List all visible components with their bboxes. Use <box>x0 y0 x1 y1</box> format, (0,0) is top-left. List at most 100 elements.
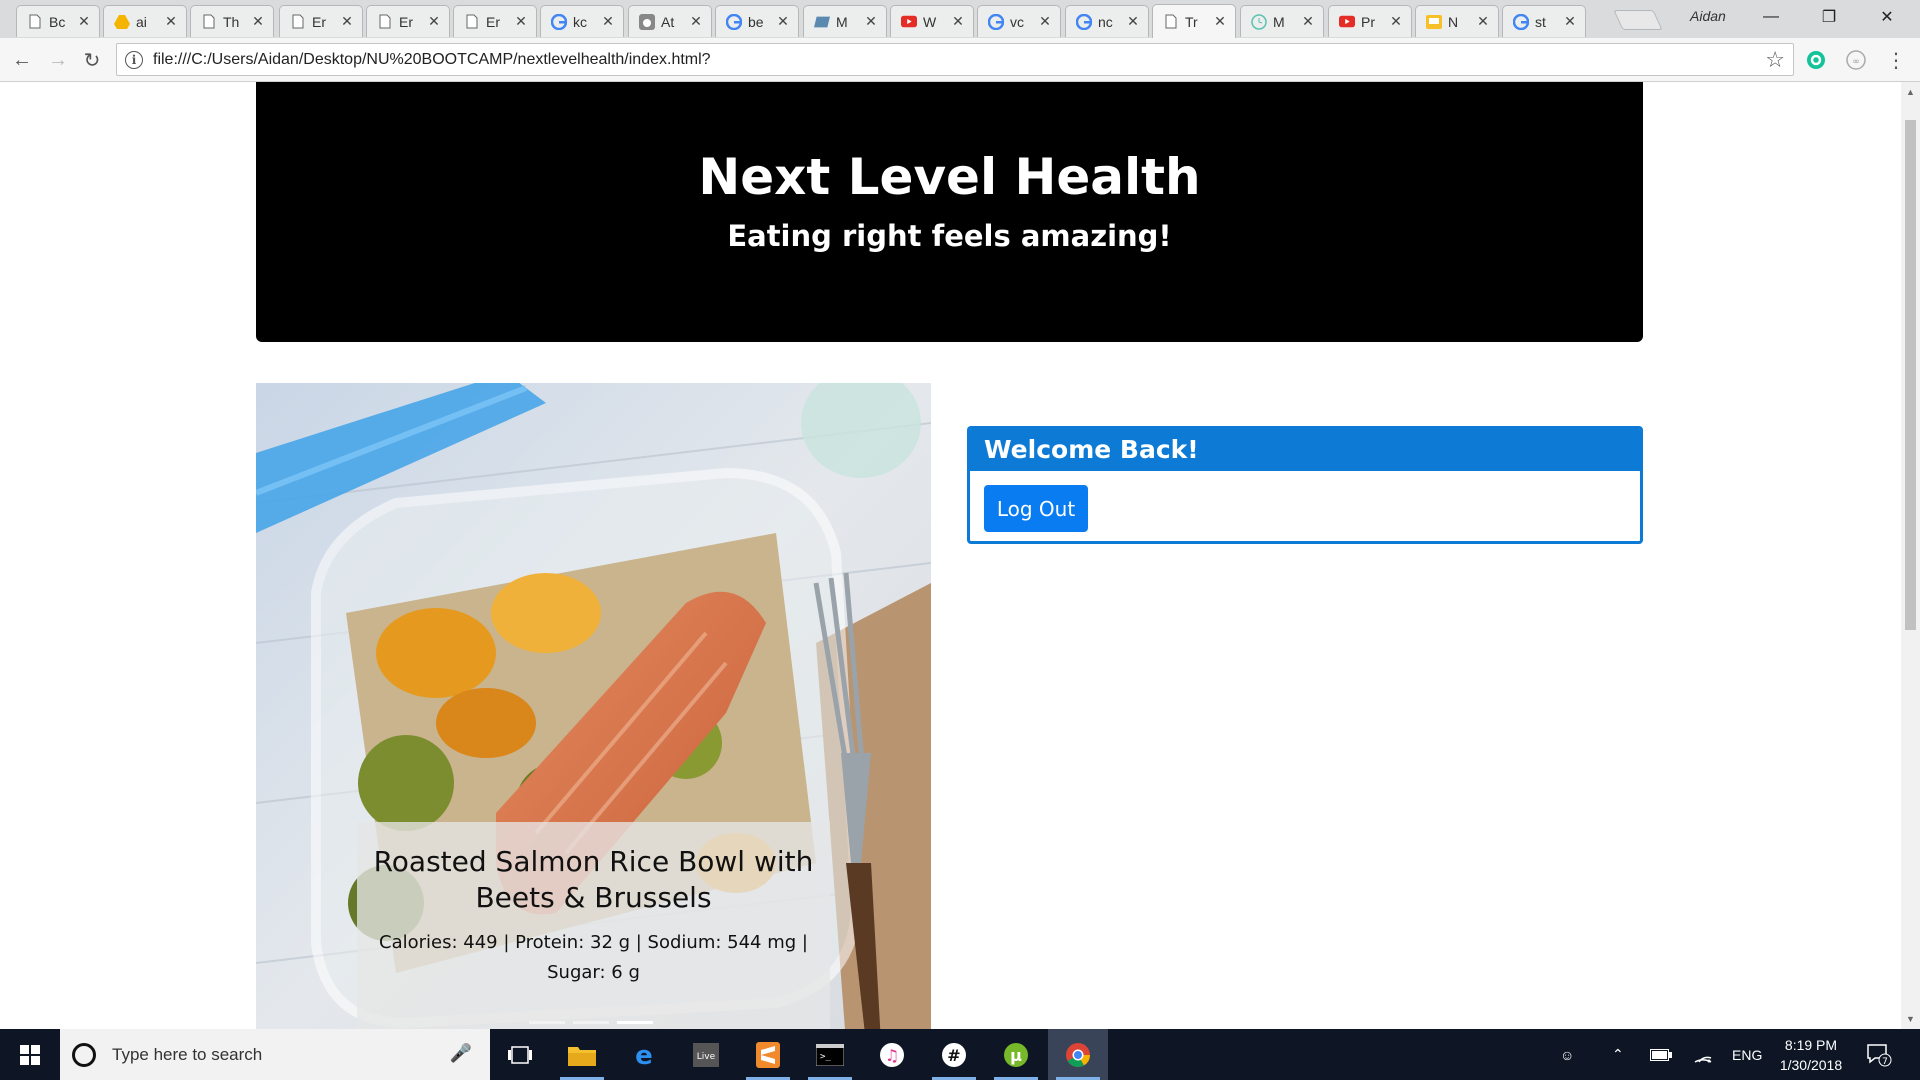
browser-tab[interactable]: Er ✕ <box>366 5 450 37</box>
scroll-up-icon[interactable]: ▲ <box>1901 84 1920 100</box>
close-tab-icon[interactable]: ✕ <box>776 13 790 30</box>
wifi-icon[interactable] <box>1694 1029 1712 1080</box>
recipe-nutrition: Calories: 449 | Protein: 32 g | Sodium: … <box>379 932 808 983</box>
windows-start-icon[interactable] <box>0 1029 60 1080</box>
forward-icon[interactable]: → <box>44 46 72 74</box>
profile-name[interactable]: Aidan <box>1690 8 1726 24</box>
close-tab-icon[interactable]: ✕ <box>1038 13 1052 30</box>
info-icon[interactable]: i <box>125 50 143 69</box>
utorrent-icon[interactable]: µ <box>986 1029 1046 1080</box>
back-icon[interactable]: ← <box>8 46 36 74</box>
itunes-icon[interactable]: ♫ <box>862 1029 922 1080</box>
close-tab-icon[interactable]: ✕ <box>77 13 91 30</box>
browser-tab[interactable]: Pr ✕ <box>1328 5 1412 37</box>
slack-icon[interactable]: # <box>924 1029 984 1080</box>
browser-tab[interactable]: Bc ✕ <box>16 5 100 37</box>
close-window-icon[interactable]: ✕ <box>1858 0 1916 34</box>
page-scrollbar[interactable]: ▲ ▼ <box>1901 82 1920 1029</box>
address-bar[interactable]: i file:///C:/Users/Aidan/Desktop/NU%20BO… <box>116 43 1794 76</box>
recipe-title: Roasted Salmon Rice Bowl with Beets & Br… <box>373 845 814 914</box>
reload-icon[interactable]: ↻ <box>78 46 106 74</box>
taskbar-search-placeholder[interactable]: Type here to search <box>112 1045 262 1065</box>
browser-tab-title: Th <box>223 13 240 30</box>
browser-tab-title: M <box>1273 13 1285 30</box>
browser-tab[interactable]: W ✕ <box>890 5 974 37</box>
close-tab-icon[interactable]: ✕ <box>689 13 703 30</box>
extension-icon[interactable]: ∞ <box>1842 46 1870 74</box>
page-icon <box>377 14 393 30</box>
carousel-indicator[interactable] <box>529 1021 565 1024</box>
close-tab-icon[interactable]: ✕ <box>164 13 178 30</box>
browser-tab[interactable]: M ✕ <box>1240 5 1324 37</box>
restore-icon[interactable]: ❐ <box>1800 0 1858 34</box>
extension-grammarly-icon[interactable] <box>1802 46 1830 74</box>
close-tab-icon[interactable]: ✕ <box>951 13 965 30</box>
scroll-down-icon[interactable]: ▼ <box>1901 1011 1920 1027</box>
welcome-card: Welcome Back! Log Out <box>967 426 1643 544</box>
browser-tab[interactable]: vc ✕ <box>977 5 1061 37</box>
recipe-carousel[interactable]: Roasted Salmon Rice Bowl with Beets & Br… <box>256 383 931 1029</box>
new-tab-button[interactable] <box>1613 10 1663 30</box>
carousel-indicator[interactable] <box>573 1021 609 1024</box>
browser-tab[interactable]: st ✕ <box>1502 5 1586 37</box>
microphone-icon[interactable]: 🎤 <box>450 1043 472 1064</box>
language-indicator[interactable]: ENG <box>1732 1029 1762 1080</box>
people-icon[interactable]: ☺ <box>1560 1029 1574 1080</box>
minimize-icon[interactable]: — <box>1742 0 1800 34</box>
cortana-icon[interactable] <box>72 1042 96 1067</box>
task-view-icon[interactable] <box>490 1029 550 1080</box>
browser-tab[interactable]: Er ✕ <box>279 5 363 37</box>
log-out-button[interactable]: Log Out <box>984 485 1088 532</box>
browser-tab[interactable]: Th ✕ <box>190 5 274 37</box>
browser-menu-icon[interactable]: ⋮ <box>1882 46 1910 74</box>
close-tab-icon[interactable]: ✕ <box>514 13 528 30</box>
action-center-icon[interactable]: 7 <box>1866 1029 1892 1080</box>
browser-tab-title: ai <box>136 13 147 30</box>
close-tab-icon[interactable]: ✕ <box>427 13 441 30</box>
close-tab-icon[interactable]: ✕ <box>1126 13 1140 30</box>
scrollbar-thumb[interactable] <box>1905 120 1916 630</box>
browser-tab[interactable]: Er ✕ <box>453 5 537 37</box>
close-tab-icon[interactable]: ✕ <box>601 13 615 30</box>
bookmark-star-icon[interactable]: ☆ <box>1765 47 1785 73</box>
page-viewport: Next Level Health Eating right feels ama… <box>0 82 1901 1029</box>
terminal-icon[interactable]: >_ <box>800 1029 860 1080</box>
browser-tab[interactable]: kc ✕ <box>540 5 624 37</box>
edge-icon[interactable]: e <box>614 1029 674 1080</box>
close-tab-icon[interactable]: ✕ <box>1476 13 1490 30</box>
show-hidden-icons-icon[interactable]: ⌃ <box>1612 1029 1624 1080</box>
browser-tab[interactable]: At ✕ <box>628 5 712 37</box>
carousel-indicators <box>529 1021 653 1024</box>
close-tab-icon[interactable]: ✕ <box>251 13 265 30</box>
carousel-indicator-active[interactable] <box>617 1021 653 1024</box>
address-url[interactable]: file:///C:/Users/Aidan/Desktop/NU%20BOOT… <box>153 51 1765 69</box>
close-tab-icon[interactable]: ✕ <box>1301 13 1315 30</box>
file-explorer-icon[interactable] <box>552 1029 612 1080</box>
browser-tab-title: Bc <box>49 13 66 30</box>
close-tab-icon[interactable]: ✕ <box>1389 13 1403 30</box>
google-icon <box>1513 13 1529 30</box>
browser-tab[interactable]: M ✕ <box>803 5 887 37</box>
folder-icon <box>814 14 830 30</box>
taskbar-search-box[interactable]: Type here to search 🎤 <box>60 1029 490 1080</box>
browser-tab-title: st <box>1535 13 1546 30</box>
close-tab-icon[interactable]: ✕ <box>340 13 354 30</box>
browser-tab-strip: Bc ✕ ai ✕ Th ✕ Er ✕ Er ✕ Er ✕ kc ✕ At ✕ be ✕ M ✕ W ✕ vc ✕ nc ✕ Tr ✕… <box>0 0 1920 38</box>
browser-tab[interactable]: ai ✕ <box>103 5 187 37</box>
browser-tab[interactable]: N ✕ <box>1415 5 1499 37</box>
welcome-card-header: Welcome Back! <box>970 429 1640 471</box>
close-tab-icon[interactable]: ✕ <box>1213 13 1227 30</box>
google-icon <box>1076 13 1092 30</box>
battery-icon[interactable] <box>1650 1029 1672 1080</box>
sublime-icon[interactable] <box>738 1029 798 1080</box>
browser-tab[interactable]: nc ✕ <box>1065 5 1149 37</box>
close-tab-icon[interactable]: ✕ <box>864 13 878 30</box>
drive-icon <box>114 14 130 30</box>
live-icon[interactable]: Live <box>676 1029 736 1080</box>
close-tab-icon[interactable]: ✕ <box>1563 13 1577 30</box>
browser-tab[interactable]: be ✕ <box>715 5 799 37</box>
taskbar-clock[interactable]: 8:19 PM 1/30/2018 <box>1766 1035 1856 1075</box>
chrome-icon[interactable] <box>1048 1029 1108 1080</box>
browser-tab[interactable]: Tr ✕ <box>1152 4 1236 38</box>
browser-tab-title: vc <box>1010 13 1024 30</box>
